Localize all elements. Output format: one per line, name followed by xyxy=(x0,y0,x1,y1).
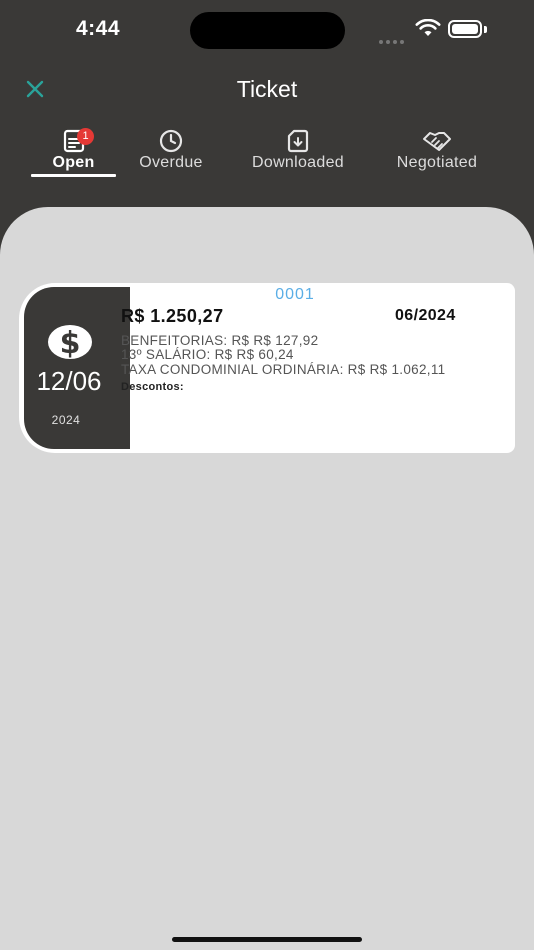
handshake-icon xyxy=(423,132,451,151)
dynamic-island xyxy=(190,12,345,49)
active-tab-indicator xyxy=(31,174,116,177)
battery-icon xyxy=(448,20,482,38)
ticket-year: 2024 xyxy=(51,413,81,427)
ticket-line-item: BENFEITORIAS: R$ R$ 127,92 xyxy=(121,333,319,348)
tab-overdue-label: Overdue xyxy=(139,154,203,171)
ticket-line-item: 13º SALÁRIO: R$ R$ 60,24 xyxy=(121,347,294,362)
ticket-line-item: TAXA CONDOMINIAL ORDINÁRIA: R$ R$ 1.062,… xyxy=(121,362,446,377)
wifi-icon xyxy=(415,19,441,36)
signal-dots-icon xyxy=(379,31,407,44)
ticket-code: 0001 xyxy=(275,286,315,303)
download-icon xyxy=(287,129,309,153)
ticket-discounts-label: Descontos: xyxy=(121,381,184,393)
svg-text:$: $ xyxy=(60,326,81,361)
tab-overdue[interactable]: Overdue xyxy=(131,125,211,180)
tab-downloaded[interactable]: Downloaded xyxy=(240,125,356,180)
page-title: Ticket xyxy=(236,76,298,102)
home-indicator xyxy=(172,937,362,942)
tab-open[interactable]: Open xyxy=(31,125,116,180)
ticket-reference: 06/2024 xyxy=(395,307,456,324)
open-count-badge: 1 xyxy=(77,128,94,145)
tab-downloaded-label: Downloaded xyxy=(252,154,344,171)
dollar-icon: $ xyxy=(48,325,92,361)
tab-negotiated-label: Negotiated xyxy=(396,154,478,171)
tab-negotiated[interactable]: Negotiated xyxy=(385,125,489,180)
ticket-due-date: 12/06 xyxy=(36,366,102,396)
status-bar: 4:44 xyxy=(0,0,534,60)
battery-tip xyxy=(484,26,487,33)
status-time: 4:44 xyxy=(76,17,121,40)
ticket-amount: R$ 1.250,27 xyxy=(121,306,224,326)
clock-icon xyxy=(159,129,183,153)
tab-open-label: Open xyxy=(52,154,95,171)
